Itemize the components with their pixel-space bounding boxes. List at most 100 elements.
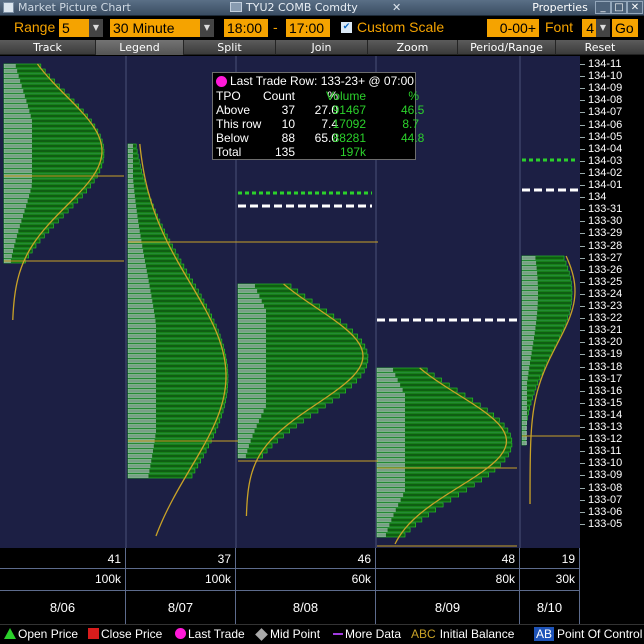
range-input[interactable]: 5 — [59, 19, 89, 37]
interval-dropdown-icon[interactable]: ▼ — [200, 19, 214, 37]
tpo-letters — [377, 403, 405, 407]
price-tick-mark — [580, 414, 585, 416]
reset-button[interactable]: Reset — [556, 40, 644, 55]
last-trade-icon — [175, 628, 186, 639]
tpo-letters — [128, 444, 154, 448]
session-date[interactable]: 8/09 — [376, 600, 519, 615]
last-trade-dot-icon — [216, 76, 227, 87]
window-titlebar: Market Picture Chart TYU2 COMB Comdty ✕ … — [0, 0, 644, 16]
tpo-letters — [128, 409, 156, 413]
popup-cell: 91467 — [332, 103, 366, 117]
tpo-letters — [238, 374, 266, 378]
security-ticker: TYU2 COMB Comdty — [246, 1, 358, 14]
tpo-letters — [238, 294, 260, 298]
last-trade-popup: Last Trade Row: 133-23+ @ 07:00 TPO Count… — [212, 72, 425, 160]
tpo-letters — [4, 139, 32, 143]
range-dropdown-icon[interactable]: ▼ — [89, 19, 103, 37]
legend-more-data: More Data — [333, 627, 401, 641]
tpo-letters — [522, 351, 532, 355]
tpo-letters — [522, 326, 536, 330]
price-tick-label: 134-10 — [588, 70, 623, 83]
session-volume: 100k — [94, 572, 121, 586]
price-tick-label: 133-21 — [588, 324, 623, 337]
tpo-letters — [128, 164, 133, 168]
session-date[interactable]: 8/08 — [236, 600, 375, 615]
tpo-letters — [522, 256, 536, 260]
session-date[interactable]: 8/10 — [520, 600, 579, 615]
tpo-letters — [377, 408, 405, 412]
maximize-icon[interactable]: □ — [611, 1, 627, 14]
price-tick-mark — [580, 451, 585, 453]
price-tick-mark — [580, 160, 585, 162]
tpo-letters — [238, 349, 266, 353]
tpo-letters — [522, 386, 527, 390]
join-button[interactable]: Join — [276, 40, 368, 55]
tpo-letters — [128, 174, 133, 178]
track-button[interactable]: Track — [0, 40, 96, 55]
tpo-letters — [522, 311, 538, 315]
go-button[interactable]: Go — [612, 19, 638, 37]
tpo-letters — [4, 204, 27, 208]
interval-select[interactable]: 30 Minute — [110, 19, 200, 37]
price-tick-mark — [580, 427, 585, 428]
properties-button[interactable]: Properties — [530, 0, 590, 15]
tpo-letters — [377, 528, 388, 532]
zoom-button[interactable]: Zoom — [368, 40, 458, 55]
tpo-letters — [377, 498, 401, 502]
popup-cell: 46.5 — [401, 103, 425, 117]
price-tick-label: 133-17 — [588, 372, 623, 385]
tpo-letters — [377, 413, 405, 417]
monitor-icon — [230, 2, 242, 12]
price-tick-mark — [580, 76, 585, 78]
font-input[interactable]: 4 — [582, 19, 596, 37]
scale-input[interactable]: 0-00+ — [487, 19, 539, 37]
session-column: 37 100k 8/07 — [126, 548, 236, 624]
tpo-letters — [128, 424, 156, 428]
close-icon[interactable]: ✕ — [627, 1, 643, 14]
popup-header: Last Trade Row: 133-23+ @ 07:00 — [213, 74, 415, 88]
font-label: Font — [545, 19, 574, 35]
popup-column-header: TPO — [216, 89, 241, 103]
price-tick-mark — [580, 112, 585, 114]
ticker-close-icon[interactable]: ✕ — [392, 1, 401, 14]
session-tpo-count: 48 — [501, 552, 515, 566]
legend-last-trade: Last Trade — [175, 627, 245, 641]
tpo-letters — [128, 309, 154, 313]
price-tick-mark — [580, 523, 585, 525]
session-date[interactable]: 8/07 — [126, 600, 235, 615]
tpo-letters — [128, 214, 138, 218]
tpo-letters — [128, 279, 149, 283]
tpo-letters — [4, 169, 32, 173]
price-tick-mark — [580, 197, 585, 199]
tpo-letters — [4, 219, 22, 223]
session-date[interactable]: 8/06 — [0, 600, 125, 615]
tpo-letters — [238, 439, 251, 443]
tpo-letters — [238, 304, 265, 308]
start-time-input[interactable]: 18:00 — [224, 19, 268, 37]
price-tick-mark — [580, 245, 585, 247]
tpo-letters — [377, 468, 405, 472]
price-tick-mark — [580, 281, 585, 283]
custom-scale-checkbox[interactable]: ✔ — [341, 22, 352, 33]
price-tick-label: 133-29 — [588, 227, 623, 240]
session-volume: 80k — [495, 572, 515, 586]
price-tick-label: 133-10 — [588, 457, 623, 470]
tpo-letters — [128, 344, 156, 348]
split-button[interactable]: Split — [184, 40, 276, 55]
font-dropdown-icon[interactable]: ▼ — [596, 19, 610, 37]
tpo-letters — [128, 149, 133, 153]
end-time-input[interactable]: 17:00 — [286, 19, 330, 37]
tpo-letters — [238, 399, 266, 403]
tpo-letters — [128, 299, 153, 303]
legend-button[interactable]: Legend — [96, 40, 184, 55]
tpo-letters — [128, 159, 133, 163]
price-tick-label: 133-07 — [588, 493, 623, 506]
price-tick-label: 134-09 — [588, 82, 623, 95]
tpo-letters — [4, 164, 32, 168]
minimize-icon[interactable]: _ — [595, 1, 611, 14]
tpo-letters — [522, 286, 538, 290]
period-range-button[interactable]: Period/Range — [458, 40, 556, 55]
session-column: 41 100k 8/06 — [0, 548, 126, 624]
tpo-letters — [128, 304, 154, 308]
price-tick-label: 134-07 — [588, 106, 623, 119]
